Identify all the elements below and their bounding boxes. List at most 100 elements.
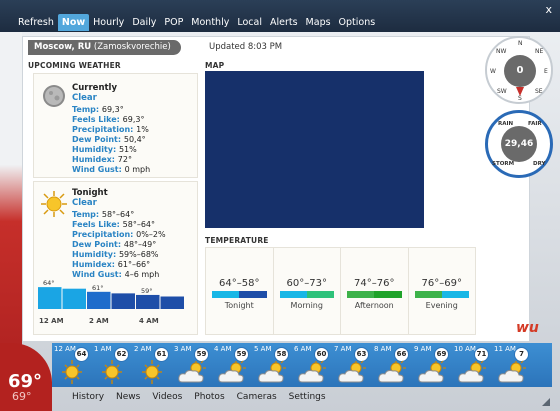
detail-key: Humidity: — [72, 250, 119, 259]
temperature-range: 74°–76° — [354, 278, 395, 289]
bottom-nav-cameras[interactable]: Cameras — [237, 392, 277, 402]
temperature-bar — [414, 291, 469, 298]
nav-item-pop[interactable]: POP — [160, 14, 187, 31]
hourly-forecast-strip[interactable]: 12 AM 64 1 AM 62 2 AM 61 3 AM 59 4 AM 59 5 AM 58 6 A… — [52, 343, 552, 387]
tonight-detail-row: Precipitation: 0%–2% — [72, 230, 166, 240]
detail-key: Wind Gust: — [72, 165, 125, 174]
hour-time: 5 AM — [254, 345, 272, 353]
detail-value: 0%–2% — [136, 230, 166, 239]
bottom-nav-photos[interactable]: Photos — [194, 392, 224, 402]
partly-cloudy-icon — [176, 358, 208, 386]
sun-icon — [96, 358, 128, 386]
nav-item-options[interactable]: Options — [335, 14, 380, 31]
hourly-item[interactable]: 6 AM 60 — [292, 343, 332, 387]
hour-time: 3 AM — [174, 345, 192, 353]
partly-cloudy-icon — [336, 358, 368, 386]
hourly-item[interactable]: 1 AM 62 — [92, 343, 132, 387]
chart-bar — [111, 293, 135, 309]
hourly-item[interactable]: 5 AM 58 — [252, 343, 292, 387]
wunderground-logo: wu — [516, 320, 539, 336]
bottom-nav-videos[interactable]: Videos — [152, 392, 182, 402]
tonight-detail-row: Humidity: 59%–68% — [72, 250, 166, 260]
period-label: Morning — [290, 301, 323, 310]
wind-direction-arrow-icon — [516, 87, 524, 96]
sun-icon — [136, 358, 168, 386]
nav-item-hourly[interactable]: Hourly — [89, 14, 128, 31]
nav-item-local[interactable]: Local — [233, 14, 266, 31]
currently-condition: Clear — [72, 93, 97, 103]
chart-data-label: 59° — [141, 287, 153, 295]
hourly-temperature-chart: 64° 61° 59° 12 AM 2 AM 4 AM — [38, 279, 184, 325]
bottom-nav-settings[interactable]: Settings — [289, 392, 326, 402]
detail-value: 0 mph — [124, 165, 151, 174]
temperature-bar — [279, 291, 334, 298]
hour-time: 8 AM — [374, 345, 392, 353]
detail-value: 58°–64° — [101, 210, 135, 219]
compass-s: S — [518, 95, 522, 102]
nav-item-monthly[interactable]: Monthly — [187, 14, 233, 31]
currently-card: Currently Clear Temp: 69,3° Feels Like: 6… — [33, 73, 198, 178]
nav-item-daily[interactable]: Daily — [128, 14, 160, 31]
hour-time: 2 AM — [134, 345, 152, 353]
hourly-item[interactable]: 7 AM 63 — [332, 343, 372, 387]
temperature-title: TEMPERATURE — [205, 236, 269, 245]
partly-cloudy-icon — [256, 358, 288, 386]
hourly-item[interactable]: 8 AM 66 — [372, 343, 412, 387]
currently-detail-row: Dew Point: 50,4° — [72, 135, 150, 145]
temperature-range: 76°–69° — [421, 278, 462, 289]
hourly-item[interactable]: 10 AM 71 — [452, 343, 492, 387]
currently-detail-row: Humidex: 72° — [72, 155, 150, 165]
compass-se: SE — [535, 88, 543, 95]
hourly-item[interactable]: 3 AM 59 — [172, 343, 212, 387]
currently-detail-row: Precipitation: 1% — [72, 125, 150, 135]
currently-title: Currently — [72, 83, 118, 93]
partly-cloudy-icon — [496, 358, 528, 386]
location-area: (Zamoskvorechie) — [93, 42, 171, 52]
location-label[interactable]: Moscow, RU (Zamoskvorechie) — [28, 40, 181, 55]
baro-storm-label: STORM — [492, 161, 515, 167]
weather-app-window: Refresh Now Hourly Daily POP Monthly Local Aler… — [0, 0, 560, 411]
hourly-item[interactable]: 4 AM 59 — [212, 343, 252, 387]
temperature-period-morning: 60°–73° Morning — [274, 248, 341, 334]
hourly-item[interactable]: 12 AM 64 — [52, 343, 92, 387]
detail-key: Precipitation: — [72, 125, 137, 134]
nav-item-maps[interactable]: Maps — [302, 14, 335, 31]
weather-map[interactable] — [205, 71, 424, 228]
nav-item-now[interactable]: Now — [57, 14, 90, 31]
wind-compass-gauge: N NE E SE S SW W NW 0 — [485, 36, 553, 104]
detail-key: Temp: — [72, 105, 102, 114]
resize-grip-icon[interactable] — [542, 398, 550, 406]
chart-bar — [38, 287, 62, 309]
detail-value: 59%–68% — [118, 250, 159, 259]
nav-item-refresh[interactable]: Refresh — [14, 14, 58, 31]
currently-detail-row: Temp: 69,3° — [72, 105, 150, 115]
sun-icon — [41, 191, 67, 217]
chart-bar — [87, 291, 111, 309]
barometer-gauge: RAIN FAIR DRY STORM 29,46 — [485, 110, 553, 178]
period-label: Afternoon — [354, 301, 394, 310]
partly-cloudy-icon — [416, 358, 448, 386]
detail-value: 69,3° — [122, 115, 145, 124]
period-label: Evening — [425, 301, 458, 310]
temperature-period-tonight: 64°–58° Tonight — [206, 248, 274, 334]
hourly-item[interactable]: 9 AM 69 — [412, 343, 452, 387]
close-icon[interactable]: x — [545, 3, 552, 16]
detail-value: 48°–49° — [123, 240, 157, 249]
wind-speed-value: 0 — [504, 55, 536, 87]
hourly-item[interactable]: 2 AM 61 — [132, 343, 172, 387]
nav-item-alerts[interactable]: Alerts — [266, 14, 302, 31]
bottom-nav-news[interactable]: News — [116, 392, 140, 402]
hourly-item[interactable]: 11 AM 7 — [492, 343, 532, 387]
detail-value: 61°–66° — [117, 260, 151, 269]
chart-data-label: 61° — [92, 284, 104, 292]
chart-tick-label: 4 AM — [139, 317, 159, 325]
detail-key: Temp: — [72, 210, 102, 219]
bottom-nav-history[interactable]: History — [72, 392, 104, 402]
current-temp: 69° — [8, 371, 43, 392]
chart-bar — [160, 296, 184, 309]
upcoming-weather-title: UPCOMING WEATHER — [28, 61, 121, 70]
detail-key: Humidity: — [72, 145, 119, 154]
top-nav-bar: Refresh Now Hourly Daily POP Monthly Local Aler… — [0, 0, 560, 32]
hour-time: 7 AM — [334, 345, 352, 353]
current-temp-badge: 69° 69° — [0, 343, 52, 411]
